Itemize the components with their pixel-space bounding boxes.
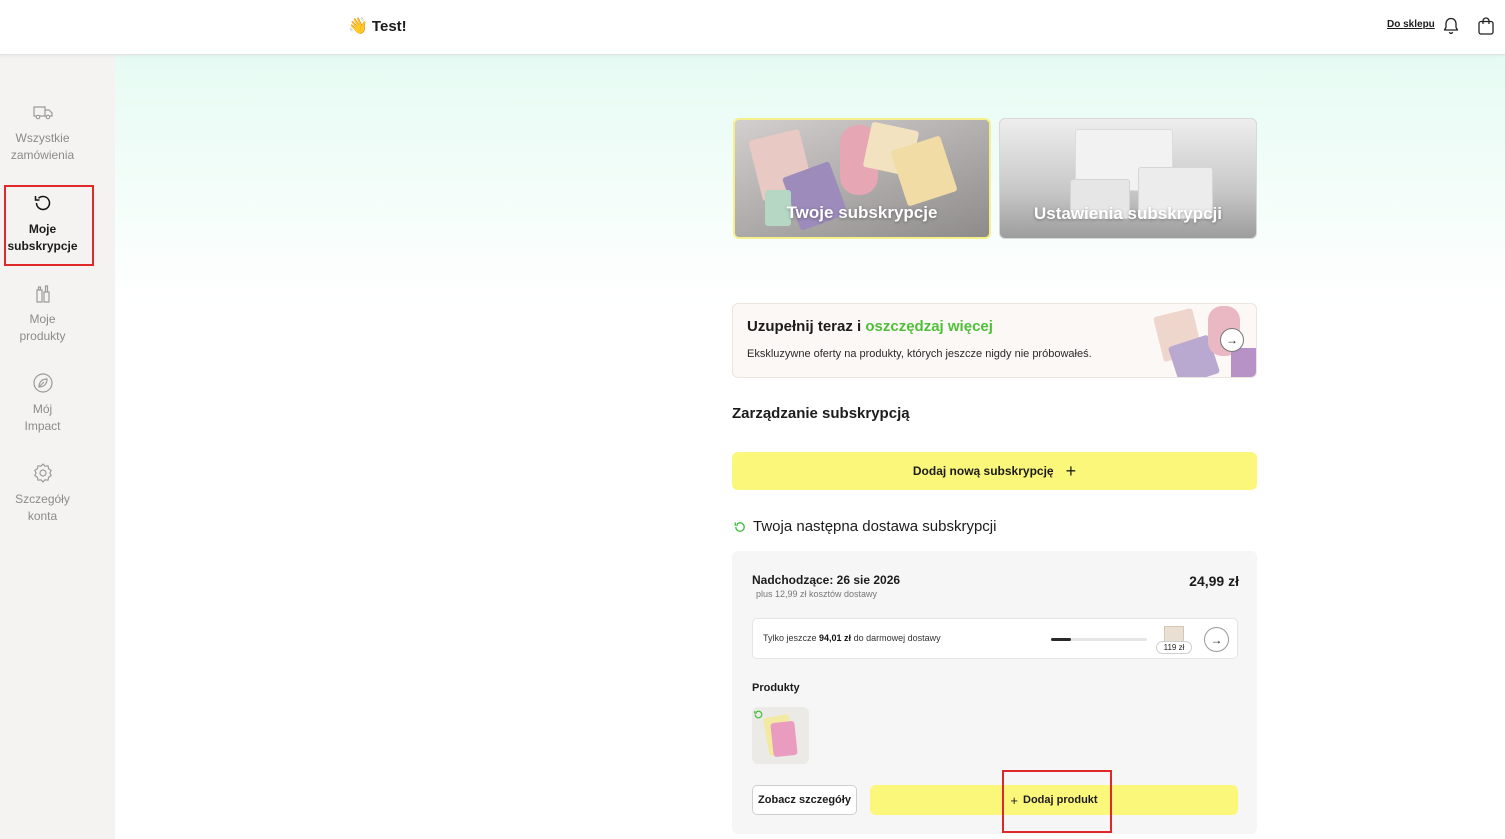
leaf-icon xyxy=(32,373,53,393)
free-shipping-arrow-button[interactable]: → xyxy=(1204,627,1229,652)
greeting: 👋 Test! xyxy=(348,16,407,36)
sidebar-item-label: produkty xyxy=(19,329,66,343)
card-title: Twoje subskrypcje xyxy=(786,203,938,222)
progress-bar xyxy=(1051,638,1147,641)
free-shipping-text: Tylko jeszcze 94,01 zł do darmowej dosta… xyxy=(763,633,941,643)
greeting-text: Test! xyxy=(371,17,407,35)
truck-icon xyxy=(32,106,53,120)
free-shipping-suffix: do darmowej dostawy xyxy=(851,633,941,643)
promo-arrow-button[interactable]: → xyxy=(1220,328,1244,352)
sidebar-item-label: Szczegóły xyxy=(15,492,70,506)
threshold-badge: 119 zł xyxy=(1156,641,1192,654)
add-subscription-button[interactable]: Dodaj nową subskrypcję + xyxy=(732,452,1257,490)
promo-title-highlight: oszczędzaj więcej xyxy=(865,318,993,335)
product-thumbnail[interactable] xyxy=(752,707,809,764)
shipping-cost-note: plus 12,99 zł kosztów dostawy xyxy=(756,589,878,599)
sidebar-item-label: Impact xyxy=(24,419,61,433)
progress-bar-fill xyxy=(1051,638,1072,641)
sidebar-item-label: konta xyxy=(27,509,58,523)
promo-banner[interactable]: Uzupełnij teraz i oszczędzaj więcej Eksk… xyxy=(732,303,1257,378)
wave-emoji: 👋 xyxy=(348,18,368,35)
delivery-price: 24,99 zł xyxy=(1189,573,1239,589)
product-packet-image xyxy=(1231,348,1256,377)
free-shipping-amount: 94,01 zł xyxy=(819,633,852,643)
product-packet-image xyxy=(770,720,798,758)
next-delivery-heading: Twoja następna dostawa subskrypcji xyxy=(733,518,996,535)
shop-link[interactable]: Do sklepu xyxy=(1387,19,1435,30)
sidebar: Wszystkie zamówienia Moje subskrypcje Mo… xyxy=(0,55,115,839)
refresh-icon xyxy=(734,521,745,532)
sidebar-item-label: Wszystkie xyxy=(15,131,70,145)
sidebar-item-impact[interactable]: Mój Impact xyxy=(0,371,85,435)
delivery-panel: Nadchodzące: 26 sie 2026 plus 12,99 zł k… xyxy=(732,551,1257,834)
promo-subtitle: Ekskluzywne oferty na produkty, których … xyxy=(747,348,1092,360)
promo-title-start: Uzupełnij teraz i xyxy=(747,318,866,335)
highlight-box xyxy=(1002,770,1112,833)
free-shipping-progress: Tylko jeszcze 94,01 zł do darmowej dosta… xyxy=(752,618,1238,659)
next-delivery-title: Twoja następna dostawa subskrypcji xyxy=(753,518,997,535)
add-subscription-label: Dodaj nową subskrypcję xyxy=(912,464,1054,478)
cart-icon[interactable] xyxy=(1477,16,1495,36)
bell-icon[interactable] xyxy=(1441,16,1461,36)
gear-icon xyxy=(33,463,52,483)
bottles-icon xyxy=(35,285,50,303)
promo-title: Uzupełnij teraz i oszczędzaj więcej xyxy=(747,318,993,335)
sidebar-item-account[interactable]: Szczegóły konta xyxy=(0,461,85,525)
card-title: Ustawienia subskrypcji xyxy=(1033,204,1223,223)
card-subscription-settings[interactable]: Ustawienia subskrypcji xyxy=(999,118,1257,239)
card-your-subscriptions[interactable]: Twoje subskrypcje xyxy=(733,118,991,239)
see-details-button[interactable]: Zobacz szczegóły xyxy=(752,785,857,815)
management-title: Zarządzanie subskrypcją xyxy=(732,405,910,422)
highlight-box xyxy=(4,185,94,266)
refresh-icon xyxy=(754,710,763,719)
top-header: 👋 Test! Do sklepu xyxy=(0,0,1505,55)
sidebar-item-products[interactable]: Moje produkty xyxy=(0,281,85,345)
plus-icon: + xyxy=(1065,460,1077,481)
sidebar-item-label: zamówienia xyxy=(10,148,75,162)
box-icon xyxy=(1164,626,1184,642)
products-label: Produkty xyxy=(752,682,800,694)
sidebar-item-orders[interactable]: Wszystkie zamówienia xyxy=(0,100,85,164)
sidebar-item-label: Moje xyxy=(29,312,56,326)
upcoming-date: Nadchodzące: 26 sie 2026 xyxy=(752,573,901,587)
sidebar-item-label: Mój xyxy=(32,402,53,416)
free-shipping-prefix: Tylko jeszcze xyxy=(763,633,820,643)
